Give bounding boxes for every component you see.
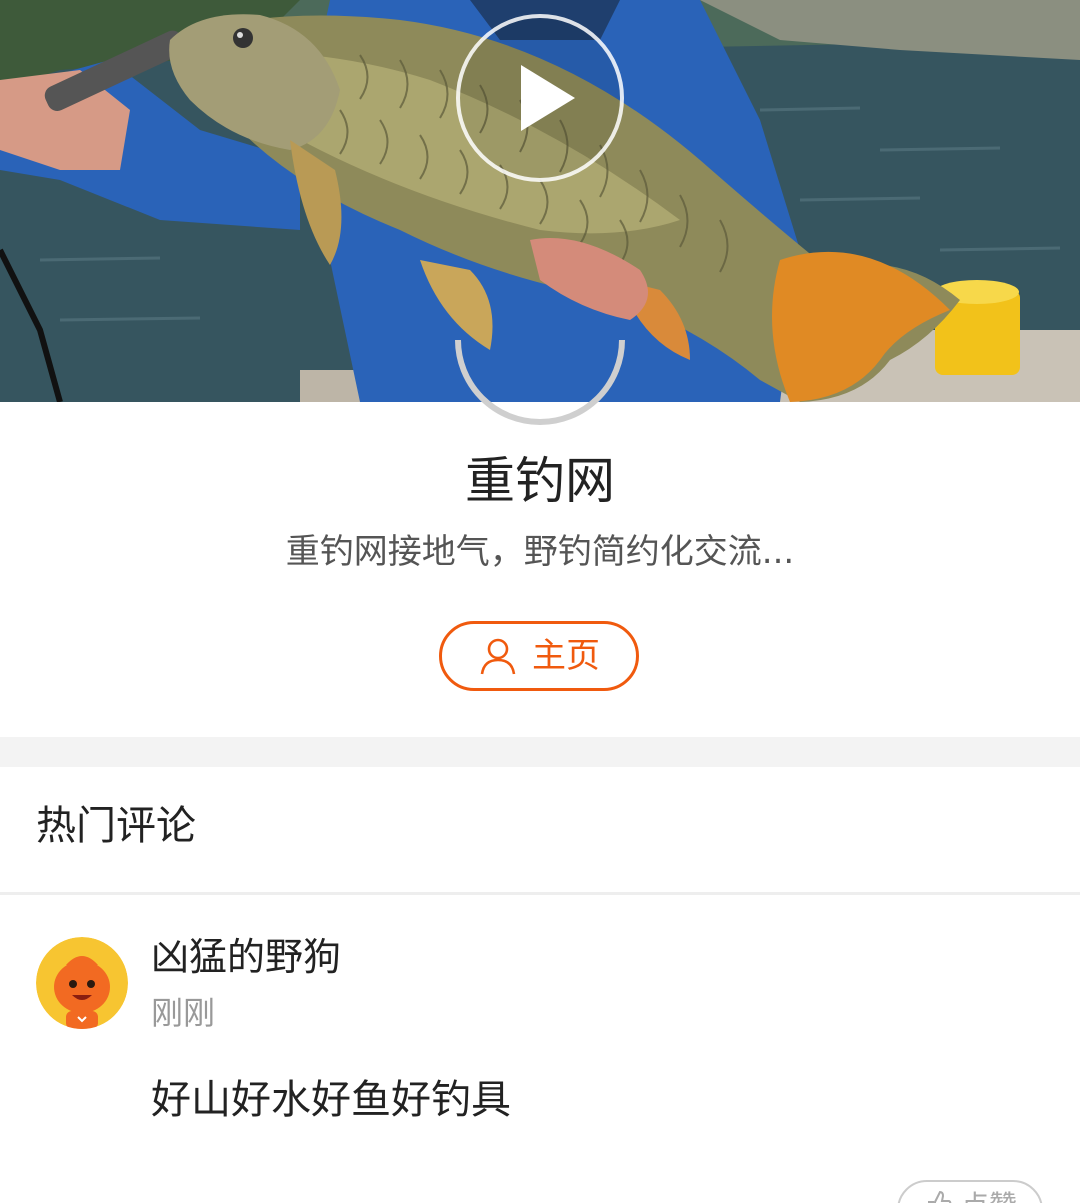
comment-username[interactable]: 凶猛的野狗 (151, 930, 341, 984)
play-icon (456, 14, 624, 182)
article-page: 重钓网 重钓网接地气，野钓简约化交流... 主页 热门评论 凶猛的野狗 刚刚 好… (0, 0, 1080, 1203)
channel-avatar-ring[interactable] (455, 340, 625, 430)
channel-description: 重钓网接地气，野钓简约化交流... (285, 532, 795, 572)
section-separator (0, 737, 1080, 767)
avatar[interactable] (36, 937, 128, 1029)
comment-text: 好山好水好鱼好钓具 (151, 1077, 511, 1123)
play-button[interactable] (455, 13, 625, 183)
home-button[interactable]: 主页 (439, 621, 639, 691)
divider (0, 892, 1080, 895)
avatar-image (36, 937, 128, 1029)
comment-time: 刚刚 (151, 994, 216, 1032)
like-button-label: 点赞 (961, 1188, 1017, 1203)
user-icon (480, 638, 516, 675)
home-button-label: 主页 (532, 636, 600, 676)
thumbs-up-icon (927, 1190, 952, 1203)
hot-comments-title: 热门评论 (36, 803, 196, 849)
like-button[interactable]: 点赞 (897, 1180, 1043, 1203)
channel-name: 重钓网 (465, 452, 615, 510)
